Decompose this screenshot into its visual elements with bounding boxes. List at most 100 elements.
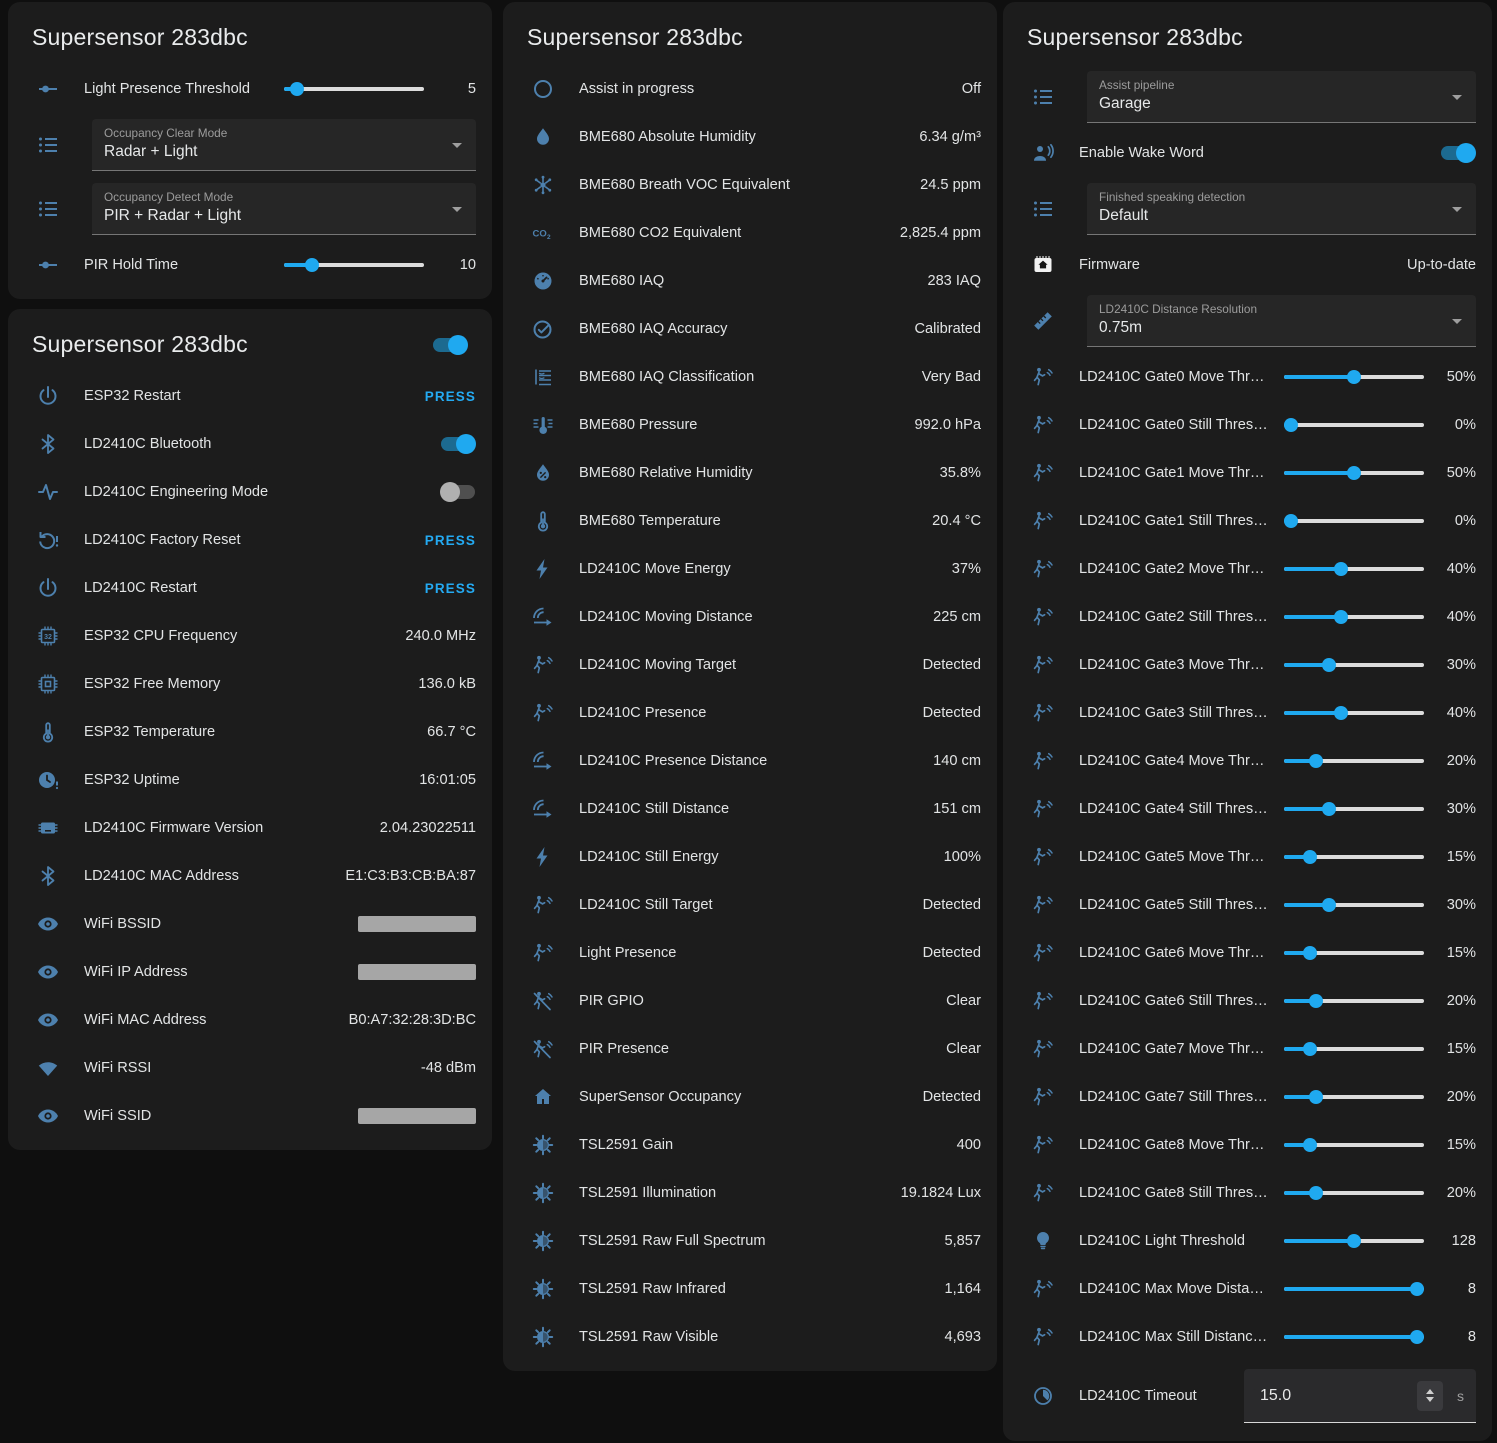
entity-label[interactable]: LD2410C Max Still Distanc… — [1079, 1329, 1276, 1345]
slider[interactable] — [1284, 1183, 1424, 1203]
slider[interactable] — [1284, 703, 1424, 723]
entity-label[interactable]: Assist in progress — [579, 81, 950, 97]
slider-track[interactable] — [284, 87, 424, 91]
number-input[interactable]: 15.0s — [1244, 1369, 1476, 1423]
entity-label[interactable]: BME680 IAQ Accuracy — [579, 321, 902, 337]
entity-label[interactable]: LD2410C Gate6 Still Thres… — [1079, 993, 1276, 1009]
entity-label[interactable]: TSL2591 Raw Visible — [579, 1329, 932, 1345]
entity-label[interactable]: ESP32 Temperature — [84, 724, 415, 740]
slider[interactable] — [1284, 559, 1424, 579]
slider-thumb[interactable] — [1309, 1090, 1323, 1104]
entity-label[interactable]: LD2410C Still Energy — [579, 849, 932, 865]
entity-label[interactable]: WiFi RSSI — [84, 1060, 409, 1076]
entity-label[interactable]: LD2410C Gate0 Still Thres… — [1079, 417, 1276, 433]
slider[interactable] — [1284, 1039, 1424, 1059]
slider[interactable] — [1284, 847, 1424, 867]
entity-label[interactable]: LD2410C Firmware Version — [84, 820, 368, 836]
slider-thumb[interactable] — [1334, 562, 1348, 576]
entity-label[interactable]: LD2410C Gate5 Still Thres… — [1079, 897, 1276, 913]
entity-label[interactable]: BME680 IAQ — [579, 273, 915, 289]
slider-thumb[interactable] — [1322, 802, 1336, 816]
press-button[interactable]: PRESS — [425, 533, 476, 548]
entity-label[interactable]: LD2410C Gate1 Still Thres… — [1079, 513, 1276, 529]
entity-label[interactable]: Light Presence — [579, 945, 911, 961]
entity-label[interactable]: LD2410C Gate1 Move Thr… — [1079, 465, 1276, 481]
slider-thumb[interactable] — [1309, 754, 1323, 768]
slider-thumb[interactable] — [1303, 946, 1317, 960]
slider-thumb[interactable] — [1347, 466, 1361, 480]
entity-label[interactable]: TSL2591 Raw Infrared — [579, 1281, 932, 1297]
select-field[interactable]: LD2410C Distance Resolution0.75m — [1087, 295, 1476, 347]
entity-label[interactable]: LD2410C Max Move Dista… — [1079, 1281, 1276, 1297]
slider-thumb[interactable] — [1410, 1282, 1424, 1296]
slider[interactable] — [1284, 1327, 1424, 1347]
slider-thumb[interactable] — [1303, 1138, 1317, 1152]
slider-thumb[interactable] — [1334, 706, 1348, 720]
slider-thumb[interactable] — [1309, 1186, 1323, 1200]
select-field[interactable]: Finished speaking detectionDefault — [1087, 183, 1476, 235]
entity-label[interactable]: BME680 Relative Humidity — [579, 465, 928, 481]
entity-label[interactable]: LD2410C MAC Address — [84, 868, 333, 884]
entity-label[interactable]: LD2410C Timeout — [1079, 1388, 1232, 1404]
toggle-thumb[interactable] — [456, 434, 476, 454]
entity-label[interactable]: LD2410C Gate3 Still Thres… — [1079, 705, 1276, 721]
slider[interactable] — [1284, 1231, 1424, 1251]
slider-thumb[interactable] — [290, 82, 304, 96]
slider-thumb[interactable] — [1284, 514, 1298, 528]
entity-label[interactable]: LD2410C Moving Target — [579, 657, 911, 673]
entity-label[interactable]: LD2410C Gate6 Move Thr… — [1079, 945, 1276, 961]
stepper-buttons[interactable] — [1417, 1381, 1443, 1411]
slider[interactable] — [1284, 1279, 1424, 1299]
entity-label[interactable]: Light Presence Threshold — [84, 81, 276, 97]
entity-label[interactable]: PIR Presence — [579, 1041, 934, 1057]
entity-label[interactable]: LD2410C Gate5 Move Thr… — [1079, 849, 1276, 865]
entity-label[interactable]: Firmware — [1079, 257, 1395, 273]
select-field[interactable]: Assist pipelineGarage — [1087, 71, 1476, 123]
entity-label[interactable]: LD2410C Gate4 Still Thres… — [1079, 801, 1276, 817]
slider[interactable] — [1284, 511, 1424, 531]
toggle-switch[interactable] — [440, 482, 476, 502]
entity-label[interactable]: LD2410C Gate7 Still Thres… — [1079, 1089, 1276, 1105]
entity-label[interactable]: BME680 Absolute Humidity — [579, 129, 907, 145]
entity-label[interactable]: LD2410C Moving Distance — [579, 609, 921, 625]
entity-label[interactable]: BME680 Pressure — [579, 417, 902, 433]
slider[interactable] — [1284, 463, 1424, 483]
entity-label[interactable]: WiFi MAC Address — [84, 1012, 337, 1028]
card-toggle[interactable] — [432, 335, 468, 355]
slider[interactable] — [1284, 415, 1424, 435]
slider-thumb[interactable] — [1309, 994, 1323, 1008]
select-field[interactable]: Occupancy Clear ModeRadar + Light — [92, 119, 476, 171]
entity-label[interactable]: LD2410C Gate4 Move Thr… — [1079, 753, 1276, 769]
entity-label[interactable]: LD2410C Gate3 Move Thr… — [1079, 657, 1276, 673]
slider-thumb[interactable] — [305, 258, 319, 272]
slider-thumb[interactable] — [1303, 850, 1317, 864]
slider-thumb[interactable] — [1410, 1330, 1424, 1344]
entity-label[interactable]: LD2410C Still Target — [579, 897, 911, 913]
entity-label[interactable]: LD2410C Light Threshold — [1079, 1233, 1276, 1249]
slider[interactable] — [1284, 991, 1424, 1011]
entity-label[interactable]: LD2410C Bluetooth — [84, 436, 428, 452]
entity-label[interactable]: TSL2591 Gain — [579, 1137, 945, 1153]
slider-thumb[interactable] — [1334, 610, 1348, 624]
slider[interactable] — [1284, 751, 1424, 771]
toggle-thumb[interactable] — [1456, 143, 1476, 163]
entity-label[interactable]: LD2410C Gate2 Still Thres… — [1079, 609, 1276, 625]
number-value[interactable]: 15.0 — [1260, 1387, 1417, 1405]
slider[interactable] — [284, 255, 424, 275]
slider[interactable] — [1284, 1087, 1424, 1107]
entity-label[interactable]: Enable Wake Word — [1079, 145, 1428, 161]
slider[interactable] — [1284, 367, 1424, 387]
toggle-thumb[interactable] — [448, 335, 468, 355]
entity-label[interactable]: LD2410C Presence — [579, 705, 911, 721]
entity-label[interactable]: LD2410C Restart — [84, 580, 413, 596]
entity-label[interactable]: TSL2591 Illumination — [579, 1185, 889, 1201]
slider[interactable] — [1284, 895, 1424, 915]
toggle-switch[interactable] — [440, 434, 476, 454]
slider-thumb[interactable] — [1322, 658, 1336, 672]
entity-label[interactable]: LD2410C Factory Reset — [84, 532, 413, 548]
stepper-down-icon[interactable] — [1426, 1397, 1434, 1402]
slider[interactable] — [1284, 943, 1424, 963]
slider-track[interactable] — [1284, 519, 1424, 523]
entity-label[interactable]: PIR Hold Time — [84, 257, 276, 273]
entity-label[interactable]: LD2410C Move Energy — [579, 561, 940, 577]
